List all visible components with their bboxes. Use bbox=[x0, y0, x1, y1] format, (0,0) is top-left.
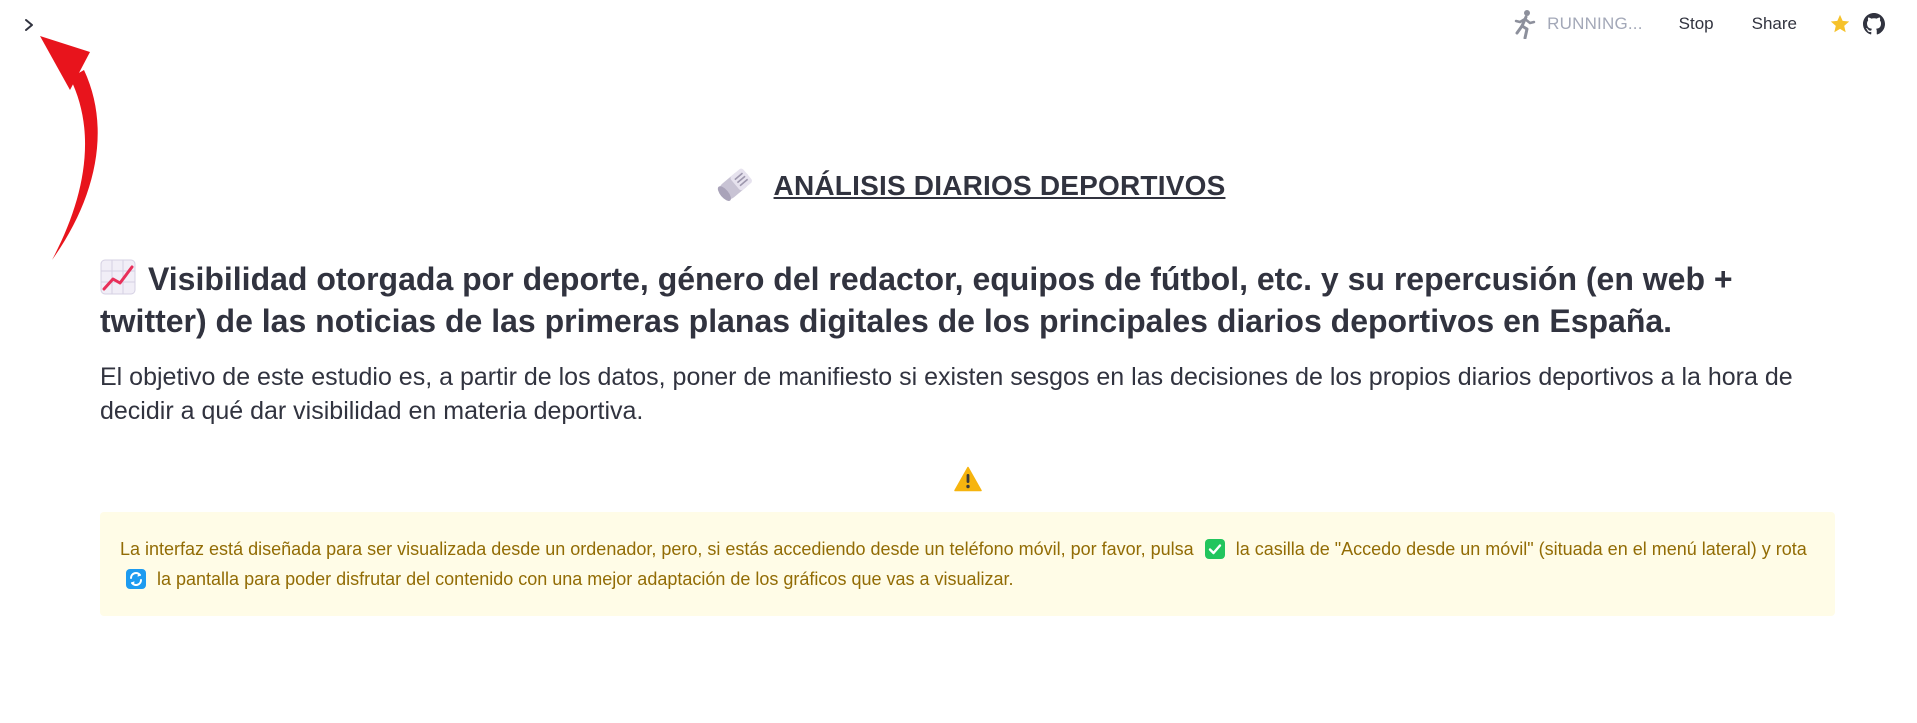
warning-row bbox=[100, 466, 1835, 492]
page-title-row: ANÁLISIS DIARIOS DEPORTIVOS bbox=[100, 150, 1835, 222]
running-man-icon bbox=[1514, 10, 1536, 39]
page-title: ANÁLISIS DIARIOS DEPORTIVOS bbox=[773, 170, 1226, 201]
newspaper-icon bbox=[717, 168, 752, 201]
app-header: RUNNING... Stop Share bbox=[1513, 8, 1887, 40]
rotate-icon bbox=[126, 569, 146, 589]
stop-button[interactable]: Stop bbox=[1669, 10, 1724, 38]
sidebar-toggle-button[interactable] bbox=[18, 14, 40, 36]
info-alert: La interfaz está diseñada para ser visua… bbox=[100, 512, 1835, 616]
chart-increasing-icon bbox=[100, 259, 136, 295]
main-content: ANÁLISIS DIARIOS DEPORTIVOS Visibilidad … bbox=[100, 150, 1835, 616]
star-button[interactable] bbox=[1827, 11, 1853, 37]
check-mark-icon bbox=[1204, 539, 1225, 559]
github-button[interactable] bbox=[1861, 11, 1887, 37]
info-text-part3: la pantalla para poder disfrutar del con… bbox=[152, 569, 1014, 589]
headline: Visibilidad otorgada por deporte, género… bbox=[100, 258, 1835, 342]
headline-text: Visibilidad otorgada por deporte, género… bbox=[100, 261, 1733, 339]
chevron-right-icon bbox=[25, 19, 33, 31]
status-text: RUNNING... bbox=[1547, 14, 1643, 33]
star-icon bbox=[1830, 14, 1850, 33]
github-icon bbox=[1863, 13, 1885, 35]
lead-paragraph: El objetivo de este estudio es, a partir… bbox=[100, 363, 1793, 425]
warning-icon bbox=[953, 466, 982, 492]
share-button[interactable]: Share bbox=[1742, 10, 1807, 38]
app-page: RUNNING... Stop Share ANÁLISIS DIARIOS D… bbox=[0, 0, 1917, 723]
info-text-part1: La interfaz está diseñada para ser visua… bbox=[120, 539, 1199, 559]
running-status: RUNNING... bbox=[1513, 9, 1643, 39]
info-text-part2: la casilla de "Accedo desde un móvil" (s… bbox=[1230, 539, 1807, 559]
